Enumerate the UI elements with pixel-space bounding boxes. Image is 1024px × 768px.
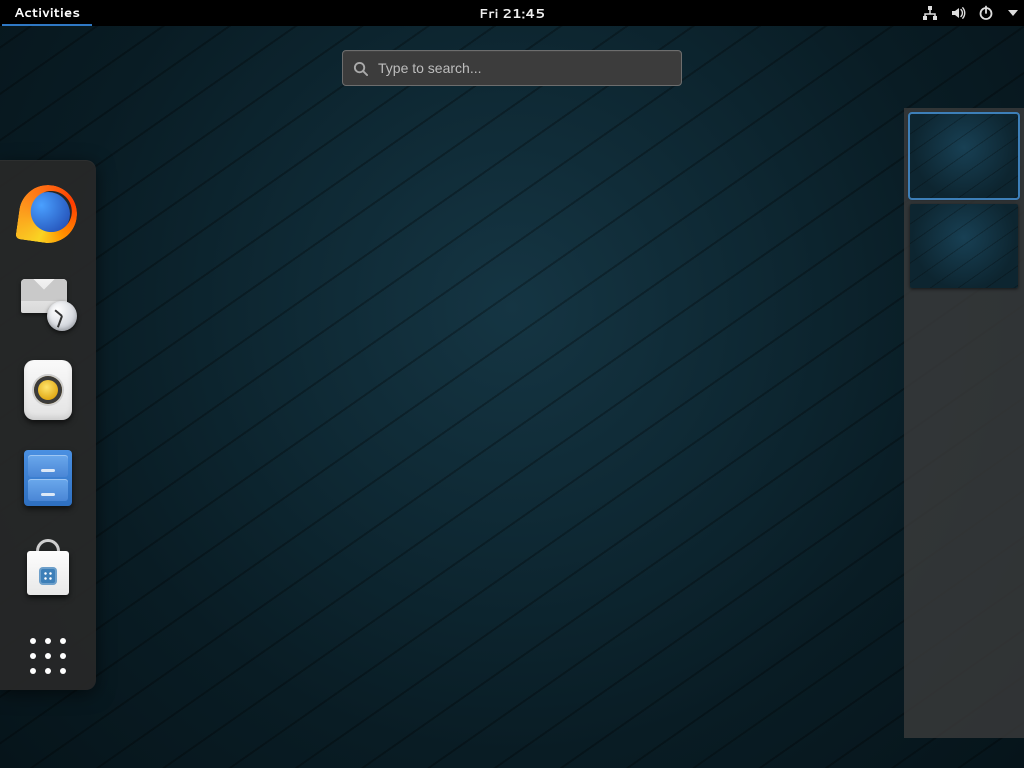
dash-app-rhythmbox[interactable] — [10, 352, 86, 428]
power-icon — [978, 5, 994, 21]
firefox-icon — [19, 185, 77, 243]
activities-button[interactable]: Activities — [2, 0, 92, 26]
workspace-thumbnail-2[interactable] — [910, 204, 1018, 288]
search-icon — [353, 61, 368, 76]
show-applications-button[interactable] — [28, 636, 68, 676]
chevron-down-icon — [1008, 10, 1018, 16]
workspace-pager — [904, 108, 1024, 738]
dash-app-files[interactable] — [10, 440, 86, 516]
volume-icon — [950, 5, 966, 21]
overview-search[interactable] — [342, 50, 682, 86]
network-wired-icon — [922, 5, 938, 21]
file-cabinet-icon — [24, 450, 72, 506]
dash-app-firefox[interactable] — [10, 176, 86, 252]
speaker-icon — [24, 360, 72, 420]
top-panel: Activities Fri 21:45 — [0, 0, 1024, 26]
dash-app-software[interactable] — [10, 528, 86, 604]
system-tray[interactable] — [922, 5, 1018, 21]
shopping-bag-icon — [21, 537, 75, 595]
workspace-thumbnail-1[interactable] — [910, 114, 1018, 198]
mail-clock-icon — [19, 273, 77, 331]
dash — [0, 160, 96, 690]
activities-label: Activities — [14, 3, 80, 22]
search-input[interactable] — [378, 60, 671, 76]
dash-app-evolution[interactable] — [10, 264, 86, 340]
clock[interactable]: Fri 21:45 — [479, 4, 545, 23]
